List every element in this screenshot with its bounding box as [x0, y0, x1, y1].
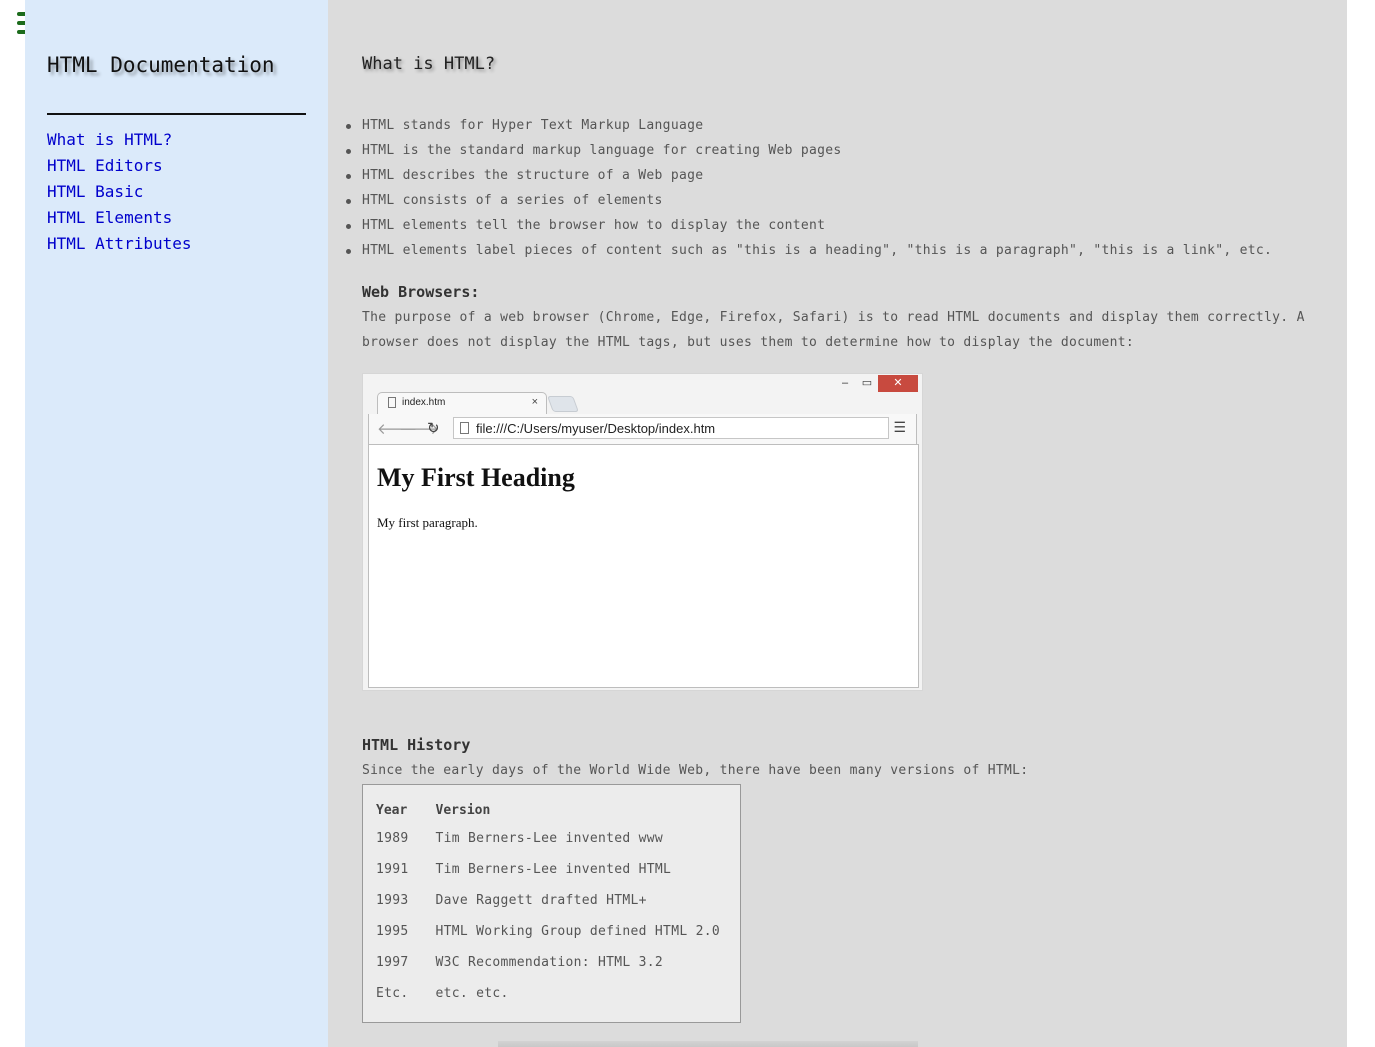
web-browsers-text-line2: browser does not display the HTML tags, …: [362, 335, 1135, 350]
html-history-text: Since the early days of the World Wide W…: [362, 763, 1029, 778]
page-title: What is HTML?: [362, 54, 496, 74]
new-tab-icon: [547, 396, 579, 412]
table-row: 1997 W3C Recommendation: HTML 3.2: [373, 947, 744, 978]
sidebar-divider: [47, 113, 306, 115]
table-row: 1995 HTML Working Group defined HTML 2.0: [373, 916, 744, 947]
browser-menu-icon: ☰: [893, 419, 906, 435]
year-cell: Etc.: [376, 986, 409, 1001]
sample-heading: My First Heading: [377, 463, 575, 492]
sidebar-link-html-elements[interactable]: HTML Elements: [47, 208, 172, 227]
version-cell: Tim Berners-Lee invented www: [435, 831, 664, 846]
table-row: 1991 Tim Berners-Lee invented HTML: [373, 854, 744, 885]
scroll-shadow: [498, 1041, 918, 1047]
html-history-heading: HTML History: [362, 736, 471, 754]
history-table: Year Version 1989 Tim Berners-Lee invent…: [362, 784, 741, 1023]
year-cell: 1995: [376, 924, 409, 939]
sidebar: HTML Documentation What is HTML? HTML Ed…: [25, 0, 328, 1047]
page-icon: [460, 422, 469, 434]
reload-icon: ↻: [427, 420, 440, 437]
list-item: HTML consists of a series of elements: [345, 188, 1272, 213]
sidebar-title: HTML Documentation: [47, 53, 275, 77]
sidebar-item-html-elements: HTML Elements: [47, 207, 192, 233]
main-content: What is HTML? HTML stands for Hyper Text…: [328, 0, 1347, 1047]
sidebar-item-html-basic: HTML Basic: [47, 181, 192, 207]
tab-close-icon: ×: [531, 396, 538, 408]
address-text: file:///C:/Users/myuser/Desktop/index.ht…: [476, 421, 716, 436]
tab-label: index.htm: [402, 397, 446, 408]
list-item: HTML stands for Hyper Text Markup Langua…: [345, 113, 1272, 138]
sidebar-item-html-attributes: HTML Attributes: [47, 233, 192, 259]
web-browsers-text-line1: The purpose of a web browser (Chrome, Ed…: [362, 310, 1305, 325]
sidebar-nav: What is HTML? HTML Editors HTML Basic HT…: [47, 129, 192, 259]
list-item: HTML describes the structure of a Web pa…: [345, 163, 1272, 188]
sidebar-item-what-is-html: What is HTML?: [47, 129, 192, 155]
column-header-version: Version: [435, 802, 491, 818]
intro-bullet-list: HTML stands for Hyper Text Markup Langua…: [345, 113, 1272, 263]
table-header-row: Year Version: [373, 797, 744, 823]
maximize-icon: ▭: [861, 377, 873, 389]
year-cell: 1993: [376, 893, 409, 908]
sample-paragraph: My first paragraph.: [377, 515, 478, 530]
version-cell: etc. etc.: [435, 986, 509, 1001]
year-cell: 1989: [376, 831, 409, 846]
window-controls: ‒ ▭ ✕: [834, 375, 918, 393]
browser-toolbar: 🡐 🡒 ↻ file:///C:/Users/myuser/Desktop/in…: [368, 414, 917, 444]
web-browsers-heading: Web Browsers:: [362, 283, 480, 301]
version-cell: Tim Berners-Lee invented HTML: [435, 862, 672, 877]
sidebar-link-html-editors[interactable]: HTML Editors: [47, 156, 163, 175]
page-margin: [1347, 0, 1375, 1047]
list-item: HTML elements label pieces of content su…: [345, 238, 1272, 263]
browser-tab: index.htm ×: [377, 392, 547, 414]
sidebar-item-html-editors: HTML Editors: [47, 155, 192, 181]
table-row: 1989 Tim Berners-Lee invented www: [373, 823, 744, 854]
sidebar-link-what-is-html[interactable]: What is HTML?: [47, 130, 172, 149]
version-cell: HTML Working Group defined HTML 2.0: [435, 924, 720, 939]
version-cell: Dave Raggett drafted HTML+: [435, 893, 647, 908]
column-header-year: Year: [376, 802, 408, 818]
year-cell: 1997: [376, 955, 409, 970]
page-icon: [388, 397, 396, 408]
table-row: Etc. etc. etc.: [373, 978, 744, 1009]
window-close-icon: ✕: [878, 375, 918, 392]
minimize-icon: ‒: [841, 377, 849, 389]
list-item: HTML elements tell the browser how to di…: [345, 213, 1272, 238]
browser-viewport: My First Heading My first paragraph.: [368, 444, 919, 688]
table-row: 1993 Dave Raggett drafted HTML+: [373, 885, 744, 916]
version-cell: W3C Recommendation: HTML 3.2: [435, 955, 664, 970]
list-item: HTML is the standard markup language for…: [345, 138, 1272, 163]
sidebar-link-html-attributes[interactable]: HTML Attributes: [47, 234, 192, 253]
address-bar: file:///C:/Users/myuser/Desktop/index.ht…: [453, 417, 889, 439]
sidebar-link-html-basic[interactable]: HTML Basic: [47, 182, 143, 201]
year-cell: 1991: [376, 862, 409, 877]
browser-screenshot-image: ‒ ▭ ✕ index.htm × 🡐 🡒 ↻ file:///C:/Users…: [362, 373, 923, 691]
